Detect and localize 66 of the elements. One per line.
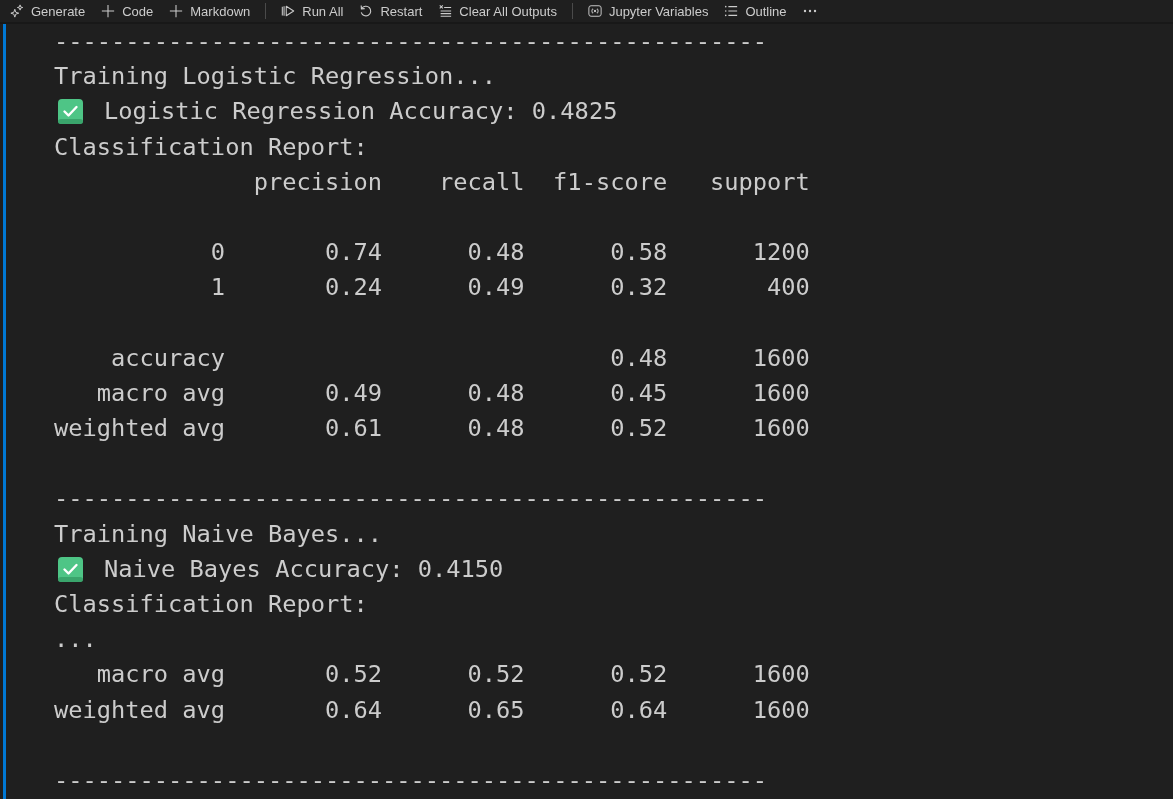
plus-icon [169, 4, 184, 18]
table-cell: 0.32 [610, 273, 668, 302]
clear-list-icon [438, 4, 453, 18]
dashed-divider-text: -------------------------------------------------- [54, 765, 768, 794]
generate-button[interactable]: Generate [6, 1, 90, 21]
output-text: Classification Report: [54, 590, 368, 618]
table-cell: 0.61 [324, 414, 382, 443]
table-cell: 1600 [752, 343, 810, 372]
column-header: recall [439, 167, 525, 196]
list-icon [724, 4, 739, 18]
output-text: Training Naive Bayes... [54, 519, 382, 548]
table-cell: 0.65 [467, 695, 525, 724]
sparkle-icon [10, 4, 24, 18]
row-label: weighted avg [54, 414, 226, 443]
table-cell: 0.48 [610, 343, 668, 372]
output-text: Training Logistic Regression... [54, 62, 497, 91]
run-all-icon [281, 4, 296, 18]
row-label: accuracy [111, 343, 226, 372]
dashed-divider-text: -------------------------------------------------- [54, 484, 768, 513]
run-all-button[interactable]: Run All [277, 1, 348, 21]
table-cell: 0.48 [467, 414, 525, 443]
table-cell: 0.48 [467, 238, 525, 267]
table-cell: 1600 [752, 378, 810, 407]
clear-outputs-button[interactable]: Clear All Outputs [434, 1, 561, 21]
check-icon [58, 556, 83, 582]
table-cell: 0.45 [610, 378, 668, 407]
row-label: 0 [210, 238, 226, 267]
table-cell: 0.48 [467, 378, 525, 407]
variables-icon [587, 4, 602, 18]
table-cell: 0.52 [324, 660, 382, 689]
add-cell-button[interactable]: Code [97, 1, 158, 21]
table-cell: 1600 [752, 695, 810, 724]
restart-button[interactable]: Restart [355, 1, 427, 21]
outline-button[interactable]: Outline [720, 1, 791, 21]
dashed-divider-text: -------------------------------------------------- [54, 27, 768, 55]
table-cell: 0.24 [324, 273, 382, 302]
table-cell: 0.49 [467, 273, 525, 302]
row-label: macro avg [96, 660, 226, 689]
column-header: precision [253, 167, 382, 196]
table-cell: 0.52 [610, 414, 668, 443]
column-header: support [710, 167, 810, 196]
table-cell: 0.58 [610, 238, 668, 267]
variables-button[interactable]: Jupyter Variables [583, 1, 713, 21]
table-cell: 1600 [752, 414, 810, 443]
check-icon [58, 99, 83, 125]
add-cell-button[interactable]: Markdown [165, 1, 255, 21]
table-cell: 0.64 [610, 695, 668, 724]
table-cell: 0.74 [324, 238, 382, 267]
output-text: Logistic Regression Accuracy: 0.4825 [104, 96, 618, 128]
table-cell: 0.52 [610, 660, 668, 689]
plus-icon [101, 4, 116, 18]
table-cell: 0.52 [467, 660, 525, 689]
more-icon [802, 9, 817, 13]
table-cell: 1200 [752, 238, 810, 267]
table-cell: 0.49 [324, 378, 382, 407]
table-cell: 0.64 [324, 695, 382, 724]
table-cell: 400 [767, 273, 810, 302]
column-header: f1-score [553, 167, 668, 196]
output-text: Naive Bayes Accuracy: 0.4150 [104, 553, 504, 585]
table-cell: 1600 [752, 660, 810, 689]
row-label: weighted avg [54, 695, 226, 724]
output-text: ... [54, 625, 97, 654]
row-label: macro avg [96, 378, 226, 407]
restart-icon [359, 4, 374, 18]
row-label: 1 [210, 273, 226, 302]
output-text: Classification Report: [54, 132, 368, 161]
